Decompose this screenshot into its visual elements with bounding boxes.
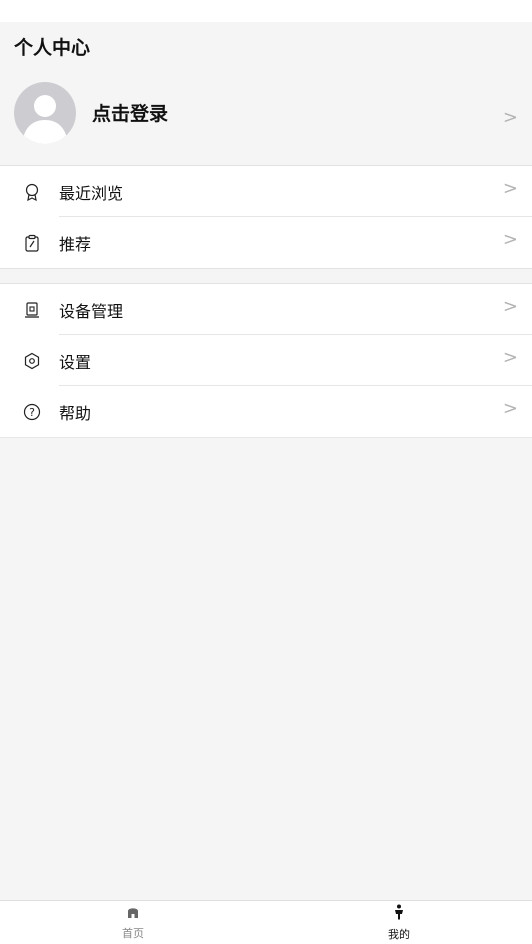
menu-item-recommend[interactable]: 推荐 > (0, 217, 532, 268)
chevron-right-icon: > (502, 229, 518, 250)
login-link[interactable]: 点击登录 (92, 99, 168, 126)
status-bar (0, 0, 532, 22)
section-gap (0, 269, 532, 284)
chevron-right-icon: > (502, 398, 518, 419)
chevron-right-icon: > (502, 178, 518, 199)
default-avatar-icon (22, 94, 68, 144)
home-icon (126, 904, 140, 923)
avatar[interactable] (14, 81, 76, 144)
chevron-right-icon: > (502, 296, 518, 317)
help-icon: ? (22, 402, 42, 422)
menu-group-settings: 设备管理 > 设置 > ? 帮助 > (0, 284, 532, 438)
device-icon (22, 300, 42, 320)
menu-group-history: 最近浏览 > 推荐 > (0, 166, 532, 269)
svg-text:?: ? (29, 406, 35, 419)
menu-item-label: 设备管理 (59, 301, 124, 321)
chevron-right-icon: > (502, 347, 518, 368)
menu-item-settings[interactable]: 设置 > (0, 335, 532, 386)
page-header: 个人中心 (0, 22, 532, 70)
menu-item-label: 设置 (59, 352, 92, 372)
bottom-tab-bar: 首页 我的 (0, 900, 532, 944)
chevron-right-icon: > (502, 107, 518, 128)
menu-item-label: 帮助 (59, 403, 92, 423)
menu-item-help[interactable]: ? 帮助 > (0, 386, 532, 437)
page-title: 个人中心 (14, 36, 91, 59)
person-icon (393, 904, 405, 924)
menu-item-recent[interactable]: 最近浏览 > (0, 166, 532, 217)
tab-label: 首页 (122, 927, 144, 940)
menu-item-label: 最近浏览 (59, 183, 124, 203)
tab-me[interactable]: 我的 (266, 901, 532, 944)
clipboard-icon (22, 233, 42, 253)
tab-label: 我的 (388, 927, 410, 941)
badge-icon (22, 182, 42, 202)
tab-home[interactable]: 首页 (0, 901, 266, 944)
menu-item-label: 推荐 (59, 234, 92, 254)
menu-item-device-management[interactable]: 设备管理 > (0, 284, 532, 335)
settings-icon (22, 351, 42, 371)
profile-section[interactable]: 点击登录 > (0, 70, 532, 166)
